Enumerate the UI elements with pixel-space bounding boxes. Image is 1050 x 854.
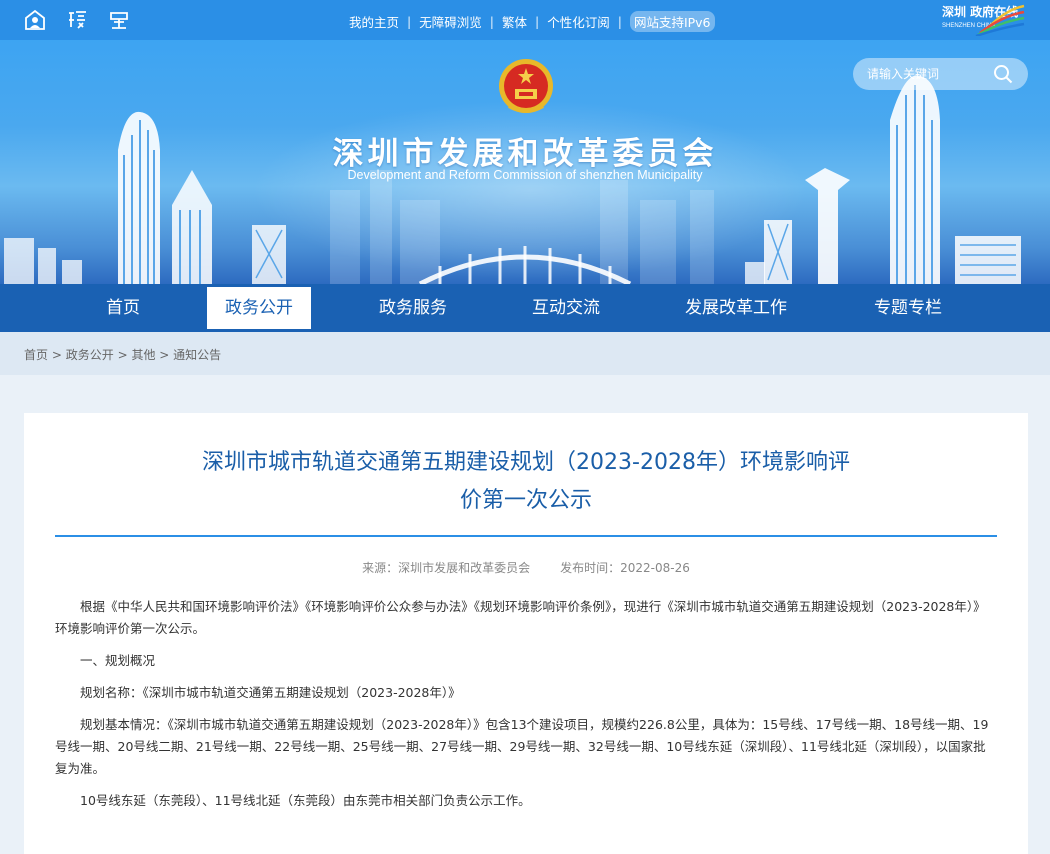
link-traditional-chinese[interactable]: 繁体 bbox=[502, 12, 527, 31]
divider: | bbox=[617, 14, 622, 29]
breadcrumb-notices[interactable]: 通知公告 bbox=[173, 348, 221, 362]
nav-item-government-services[interactable]: 政务服务 bbox=[362, 287, 464, 329]
article-paragraph: 规划基本情况：《深圳市城市轨道交通第五期建设规划（2023-2028年）》包含1… bbox=[55, 717, 989, 776]
article-title: 深圳市城市轨道交通第五期建设规划（2023-2028年）环境影响评 价第一次公示 bbox=[24, 444, 1028, 520]
article-title-line2: 价第一次公示 bbox=[459, 488, 592, 513]
title-divider bbox=[55, 535, 997, 537]
article-paragraph: 根据《中华人民共和国环境影响评价法》《环境影响评价公众参与办法》《规划环境影响评… bbox=[55, 599, 986, 636]
article-meta: 来源：深圳市发展和改革委员会 发布时间：2022-08-26 bbox=[24, 559, 1028, 576]
top-left-icons bbox=[24, 9, 130, 31]
site-subtitle: Development and Reform Commission of she… bbox=[347, 168, 703, 182]
article-body: 根据《中华人民共和国环境影响评价法》《环境影响评价公众参与办法》《规划环境影响评… bbox=[55, 596, 997, 822]
link-personalized-subscribe[interactable]: 个性化订阅 bbox=[547, 12, 610, 31]
nav-item-home[interactable]: 首页 bbox=[72, 287, 174, 329]
breadcrumb-separator: > bbox=[159, 348, 174, 362]
nav-item-interaction[interactable]: 互动交流 bbox=[514, 287, 618, 329]
breadcrumb-separator: > bbox=[117, 348, 132, 362]
header-banner: 深圳市发展和改革委员会 Development and Reform Commi… bbox=[0, 40, 1050, 284]
breadcrumb-other[interactable]: 其他 bbox=[131, 348, 155, 362]
breadcrumb-government-affairs-public[interactable]: 政务公开 bbox=[66, 348, 114, 362]
article-source: 来源：深圳市发展和改革委员会 bbox=[362, 561, 531, 575]
top-links: 我的主页 | 无障碍浏览 | 繁体 | 个性化订阅 | 网站支持IPv6 bbox=[349, 11, 715, 32]
divider: | bbox=[534, 14, 540, 29]
link-my-home[interactable]: 我的主页 bbox=[349, 12, 399, 31]
breadcrumb-home[interactable]: 首页 bbox=[24, 348, 48, 362]
main-nav: 首页 政务公开 政务服务 互动交流 发展改革工作 专题专栏 bbox=[0, 284, 1050, 332]
article-paragraph: 规划名称：《深圳市城市轨道交通第五期建设规划（2023-2028年）》 bbox=[80, 685, 461, 700]
search-icon[interactable] bbox=[993, 64, 1013, 84]
site-title: 深圳市发展和改革委员会 bbox=[332, 136, 718, 172]
national-emblem-icon bbox=[497, 56, 555, 118]
article-date: 发布时间：2022-08-26 bbox=[560, 561, 690, 575]
breadcrumb-separator: > bbox=[51, 348, 66, 362]
search-box bbox=[853, 58, 1028, 90]
divider: | bbox=[489, 14, 494, 29]
breadcrumb: 首页 > 政务公开 > 其他 > 通知公告 bbox=[24, 346, 221, 363]
article-card: 深圳市城市轨道交通第五期建设规划（2023-2028年）环境影响评 价第一次公示… bbox=[24, 413, 1028, 854]
article-section-heading: 一、规划概况 bbox=[80, 653, 156, 668]
nav-item-government-affairs-public[interactable]: 政务公开 bbox=[207, 287, 311, 329]
article-paragraph: 10号线东延（东莞段）、11号线北延（东莞段）由东莞市相关部门负责公示工作。 bbox=[80, 793, 531, 808]
accessibility-icon[interactable] bbox=[24, 9, 46, 31]
shenzhen-gov-logo[interactable]: 深圳 政府在线 SHENZHEN CHINA bbox=[940, 2, 1026, 38]
mobile-mode-icon[interactable] bbox=[108, 9, 130, 31]
nav-item-special-topics[interactable]: 专题专栏 bbox=[856, 287, 960, 329]
search-input[interactable] bbox=[867, 64, 987, 84]
divider: | bbox=[407, 14, 412, 29]
ipv6-badge: 网站支持IPv6 bbox=[629, 11, 715, 32]
elder-mode-icon[interactable] bbox=[66, 9, 88, 31]
article-title-line1: 深圳市城市轨道交通第五期建设规划（2023-2028年）环境影响评 bbox=[202, 450, 850, 475]
breadcrumb-bar: 首页 > 政务公开 > 其他 > 通知公告 bbox=[0, 332, 1050, 375]
link-accessible-browse[interactable]: 无障碍浏览 bbox=[419, 12, 482, 31]
nav-item-development-reform-work[interactable]: 发展改革工作 bbox=[672, 287, 800, 329]
top-bar: 我的主页 | 无障碍浏览 | 繁体 | 个性化订阅 | 网站支持IPv6 深圳 … bbox=[0, 0, 1050, 40]
